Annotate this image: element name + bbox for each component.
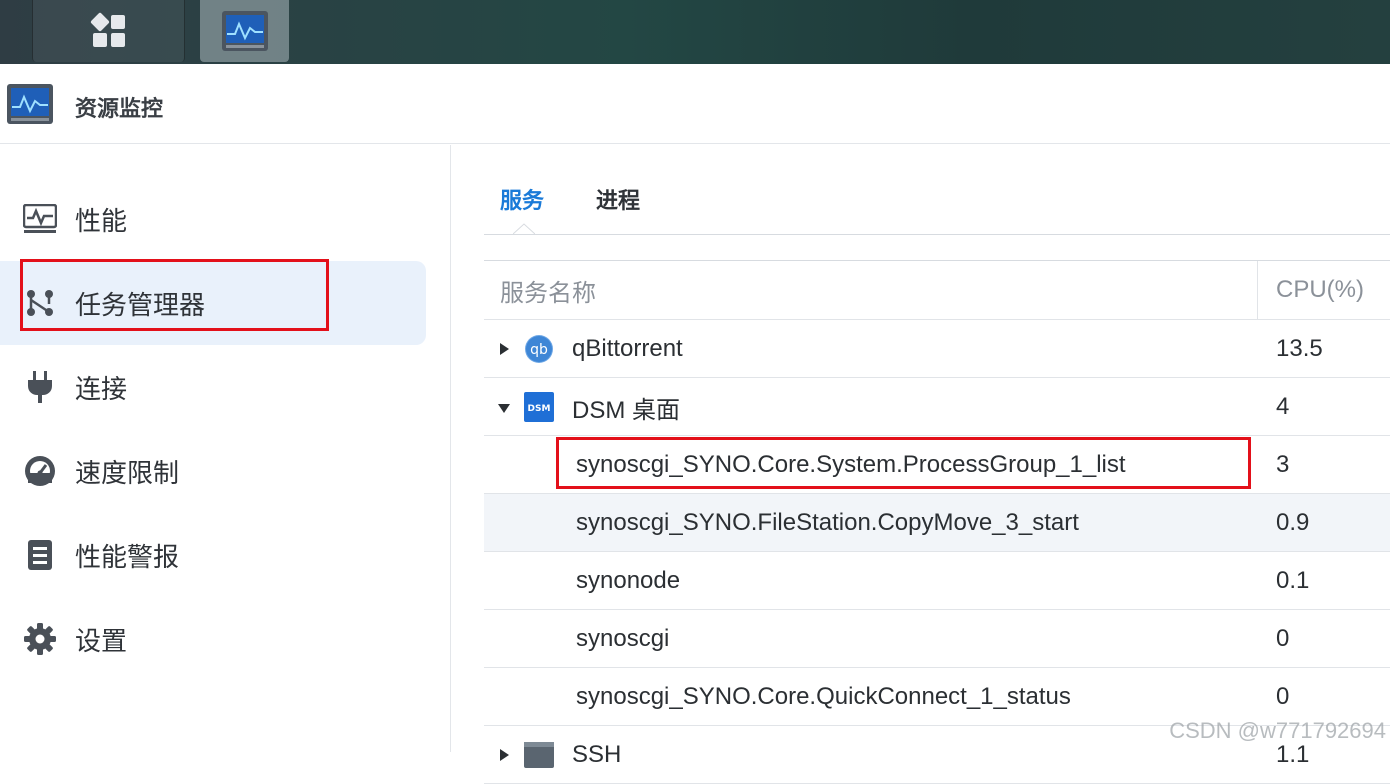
column-header-name[interactable]: 服务名称 [500, 261, 596, 319]
sidebar-item-label: 速度限制 [75, 453, 179, 490]
cpu-value: 13.5 [1276, 320, 1323, 378]
table-row[interactable]: synoscgi_SYNO.FileStation.CopyMove_3_sta… [484, 494, 1390, 552]
process-name: synoscgi [576, 610, 669, 668]
cpu-value: 4 [1276, 378, 1289, 436]
highlight-box-process [556, 437, 1251, 489]
taskbar [0, 0, 1390, 64]
main-panel: 服务 进程 服务名称 CPU(%) qb qBittorrent 13.5 DS… [452, 145, 1390, 752]
process-name: synoscgi_SYNO.FileStation.CopyMove_3_sta… [576, 494, 1079, 552]
service-table: 服务名称 CPU(%) qb qBittorrent 13.5 DSM DSM … [484, 260, 1390, 784]
sidebar-item-performance[interactable]: 性能 [0, 177, 426, 261]
sidebar-item-label: 性能警报 [75, 537, 179, 574]
column-divider [1257, 261, 1258, 319]
column-header-cpu[interactable]: CPU(%) [1276, 261, 1364, 319]
table-row[interactable]: synoscgi_SYNO.Core.System.ProcessGroup_1… [484, 436, 1390, 494]
table-header: 服务名称 CPU(%) [484, 261, 1390, 320]
expand-arrow-icon[interactable] [498, 748, 510, 762]
collapse-arrow-icon[interactable] [497, 402, 511, 414]
sidebar-item-connections[interactable]: 连接 [0, 345, 426, 429]
cpu-value: 0.9 [1276, 494, 1309, 552]
table-row[interactable]: qb qBittorrent 13.5 [484, 320, 1390, 378]
sidebar-item-settings[interactable]: 设置 [0, 597, 426, 681]
cpu-value: 3 [1276, 436, 1289, 494]
cpu-value: 0.1 [1276, 552, 1309, 610]
terminal-icon [524, 740, 554, 770]
sidebar-item-label: 设置 [75, 621, 127, 658]
resource-monitor-icon [221, 10, 269, 52]
sidebar-item-speed-limit[interactable]: 速度限制 [0, 429, 426, 513]
qbittorrent-icon: qb [524, 334, 554, 364]
window-titlebar: 资源监控 [0, 64, 1390, 144]
service-name: SSH [572, 726, 621, 784]
window-title: 资源监控 [75, 91, 163, 123]
table-row[interactable]: synonode 0.1 [484, 552, 1390, 610]
sidebar-item-performance-alerts[interactable]: 性能警报 [0, 513, 426, 597]
svg-text:DSM: DSM [528, 404, 551, 414]
process-name: synonode [576, 552, 680, 610]
tab-processes[interactable]: 进程 [596, 183, 640, 215]
service-name: qBittorrent [572, 320, 683, 378]
alert-list-icon [23, 538, 57, 572]
dsm-icon: DSM [524, 392, 554, 422]
sidebar: 性能 任务管理器 连接 [0, 145, 451, 752]
expand-arrow-icon[interactable] [498, 342, 510, 356]
watermark: CSDN @w771792694 [1169, 718, 1386, 744]
svg-text:qb: qb [530, 342, 548, 358]
plug-icon [23, 370, 57, 404]
highlight-box-task-manager [20, 259, 329, 331]
tab-services[interactable]: 服务 [500, 183, 544, 215]
sidebar-item-label: 性能 [75, 201, 127, 238]
main-menu-icon [90, 12, 128, 50]
main-menu-button[interactable] [32, 0, 185, 62]
tab-divider [484, 234, 1390, 235]
process-name: synoscgi_SYNO.Core.QuickConnect_1_status [576, 668, 1071, 726]
resource-monitor-app-icon [6, 83, 54, 125]
performance-chart-icon [23, 202, 57, 236]
table-row[interactable]: synoscgi 0 [484, 610, 1390, 668]
table-row[interactable]: DSM DSM 桌面 4 [484, 378, 1390, 436]
service-name: DSM 桌面 [572, 378, 680, 436]
cpu-value: 0 [1276, 610, 1289, 668]
gear-icon [23, 622, 57, 656]
speedometer-icon [23, 454, 57, 488]
sidebar-item-label: 连接 [75, 369, 127, 406]
resource-monitor-taskbar-button[interactable] [200, 0, 289, 62]
